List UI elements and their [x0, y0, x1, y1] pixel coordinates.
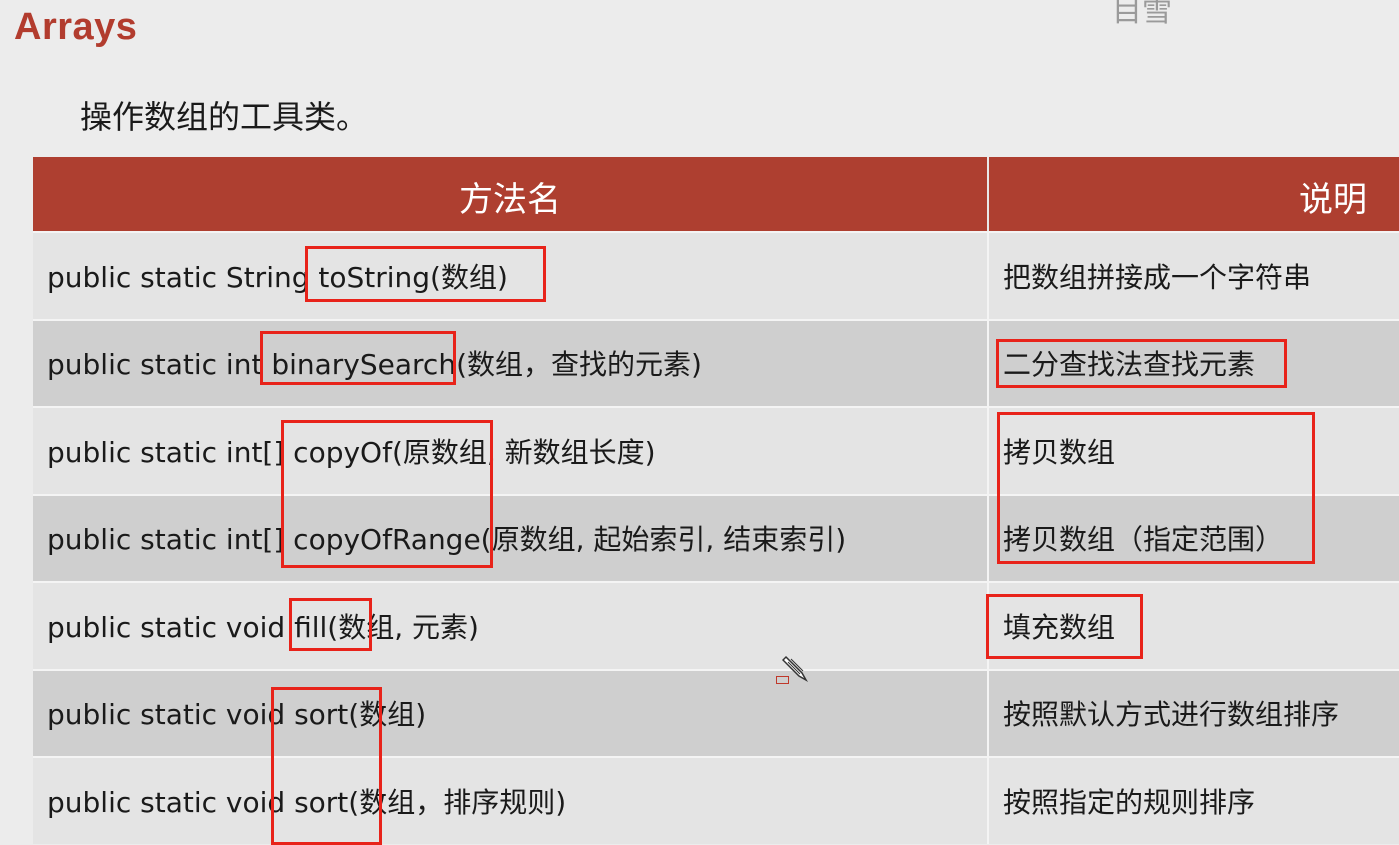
highlight-tostring	[305, 246, 546, 302]
highlight-binarysearch-desc	[996, 339, 1287, 388]
method-cell: public static int binarySearch(数组，查找的元素)	[47, 348, 702, 382]
method-cell: public static void sort(数组，排序规则)	[47, 785, 567, 819]
cursor-marker	[776, 676, 789, 684]
highlight-copyof	[281, 420, 493, 568]
method-cell: public static int[] copyOf(原数组, 新数组长度)	[47, 435, 656, 469]
corner-label: 目雪	[1112, 0, 1172, 29]
table-row: public static void sort(数组) 按照默认方式进行数组排序	[33, 668, 1399, 756]
highlight-fill	[289, 598, 372, 651]
method-cell: public static void fill(数组, 元素)	[47, 610, 479, 644]
header-description: 说明	[987, 157, 1399, 231]
table-row: public static void sort(数组，排序规则) 按照指定的规则…	[33, 756, 1399, 844]
highlight-fill-desc	[986, 594, 1143, 659]
highlight-sort	[271, 687, 382, 845]
description-cell: 按照指定的规则排序	[987, 758, 1399, 844]
table-row: public static String toString(数组) 把数组拼接成…	[33, 231, 1399, 319]
table-row: public static void fill(数组, 元素) 填充数组	[33, 581, 1399, 669]
table-header: 方法名 说明	[33, 157, 1399, 231]
description-cell: 把数组拼接成一个字符串	[987, 233, 1399, 319]
page-title: Arrays	[14, 6, 138, 48]
page-subtitle: 操作数组的工具类。	[80, 98, 369, 136]
method-cell: public static int[] copyOfRange(原数组, 起始索…	[47, 523, 847, 557]
method-cell: public static void sort(数组)	[47, 698, 427, 732]
highlight-binarysearch	[260, 331, 456, 385]
header-method: 方法名	[459, 179, 561, 220]
description-cell: 按照默认方式进行数组排序	[987, 670, 1399, 756]
highlight-copy-desc	[997, 412, 1315, 564]
